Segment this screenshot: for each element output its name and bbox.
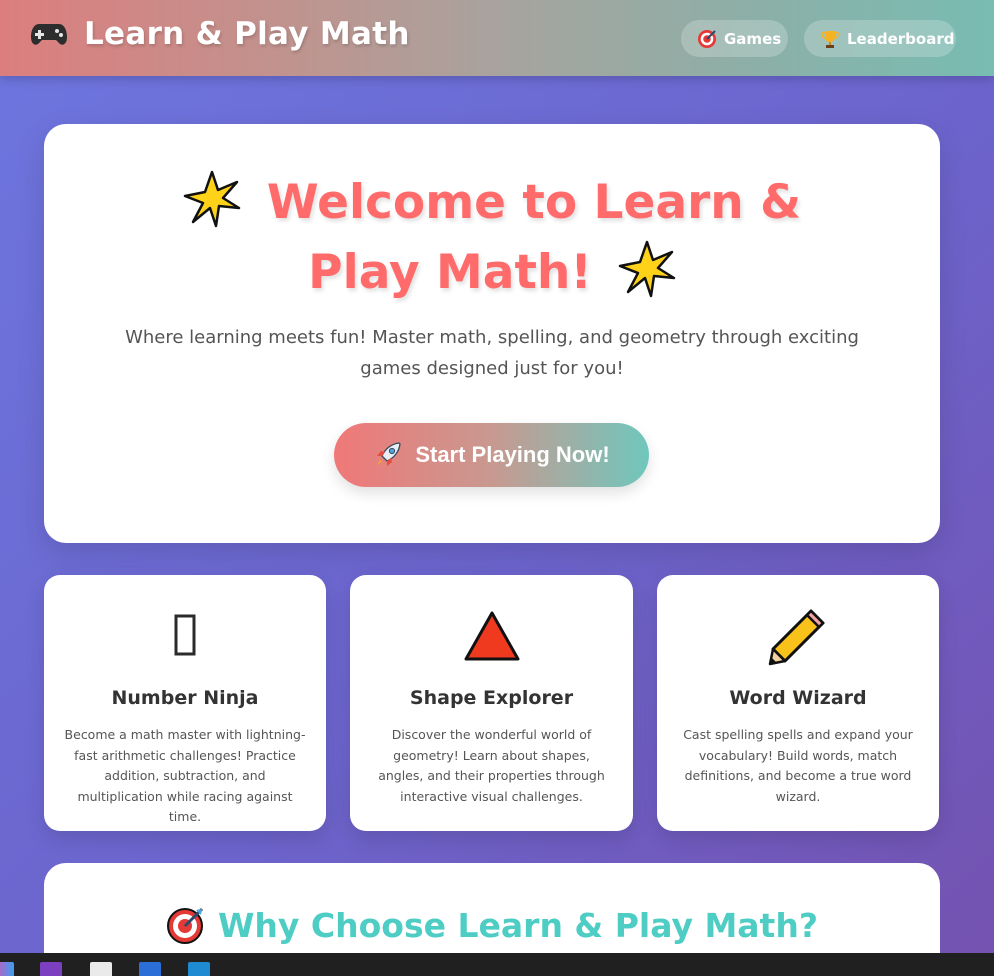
target-icon <box>698 29 716 48</box>
target-icon <box>167 907 204 944</box>
app-icon[interactable] <box>90 962 112 976</box>
nav-leaderboard-button[interactable]: Leaderboard <box>804 20 956 57</box>
card-word-wizard[interactable]: Word Wizard Cast spelling spells and exp… <box>657 575 939 831</box>
card-number-ninja[interactable]: Number Ninja Become a math master with l… <box>44 575 326 831</box>
missing-glyph-icon <box>174 614 196 656</box>
card-description: Cast spelling spells and expand your voc… <box>683 727 913 804</box>
star-icon <box>618 240 676 298</box>
why-title: Why Choose Learn & Play Math? <box>218 906 818 945</box>
nav-leaderboard-label: Leaderboard <box>847 29 955 48</box>
star-icon <box>183 170 241 228</box>
os-taskbar <box>0 953 994 976</box>
nav-games-label: Games <box>724 29 782 48</box>
rocket-icon <box>377 442 401 466</box>
card-description: Discover the wonderful world of geometry… <box>378 727 605 804</box>
card-title: Shape Explorer <box>409 687 574 709</box>
why-title-block: Why Choose Learn & Play Math? <box>44 905 940 945</box>
onenote-icon[interactable] <box>40 962 62 976</box>
pencil-icon <box>768 609 825 666</box>
card-description: Become a math master with lightning-fast… <box>64 727 306 824</box>
app-title: Learn & Play Math <box>84 16 410 52</box>
vscode-icon[interactable] <box>188 962 210 976</box>
app-icon[interactable] <box>0 962 14 976</box>
hero-card: Welcome to Learn & Play Math! Where lear… <box>44 124 940 543</box>
hero-subtitle: Where learning meets fun! Master math, s… <box>125 327 859 379</box>
hero-title-block: Welcome to Learn & Play Math! <box>124 168 860 308</box>
start-playing-button[interactable]: Start Playing Now! <box>334 423 649 487</box>
card-title: Number Ninja <box>111 687 259 709</box>
gamepad-icon <box>31 24 67 45</box>
start-playing-label: Start Playing Now! <box>415 442 610 467</box>
nav-games-button[interactable]: Games <box>681 20 788 57</box>
trophy-icon <box>821 30 839 48</box>
top-navigation-bar: Learn & Play Math Games Leaderboard <box>0 0 994 76</box>
card-shape-explorer[interactable]: Shape Explorer Discover the wonderful wo… <box>350 575 633 831</box>
card-title: Word Wizard <box>729 687 867 709</box>
triangle-icon <box>464 611 519 661</box>
hero-title: Welcome to Learn & Play Math! <box>266 175 802 300</box>
word-icon[interactable] <box>139 962 161 976</box>
brand[interactable]: Learn & Play Math <box>30 16 410 52</box>
